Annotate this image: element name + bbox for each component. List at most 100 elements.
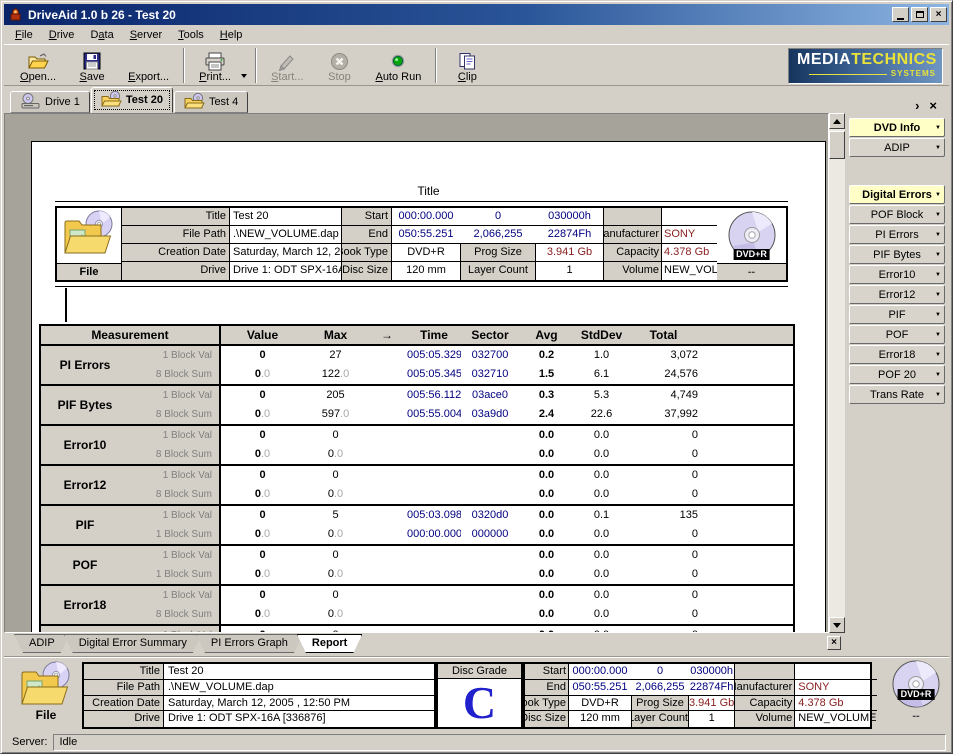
label-book-type: Book Type bbox=[525, 696, 568, 712]
sidebar-item-digital-errors[interactable]: Digital Errors▼ bbox=[849, 185, 945, 204]
view-tab-adip[interactable]: ADIP bbox=[14, 634, 70, 653]
scrollbar-thumb[interactable] bbox=[829, 131, 845, 159]
sidebar-item-pif-bytes[interactable]: PIF Bytes▼ bbox=[849, 245, 945, 264]
sidebar-item-pof-20[interactable]: POF 20▼ bbox=[849, 365, 945, 384]
measurement-group-pof: POF1 Block Val1 Block Sum000.00.000.00.0… bbox=[41, 546, 793, 586]
bottom-disc-data-box: Start End Book Type Disc Size 000:00.000… bbox=[523, 662, 872, 729]
toolbar-button-export[interactable]: Export... bbox=[118, 45, 179, 86]
menu-item-drive[interactable]: Drive bbox=[41, 27, 83, 43]
label-disc-size: Disc Size bbox=[525, 711, 568, 727]
block-row-label: 1 Block Val bbox=[129, 510, 219, 522]
scroll-down-button[interactable] bbox=[829, 617, 845, 633]
cell-sector: 032710 bbox=[461, 365, 519, 384]
label-disc-size: Disc Size bbox=[342, 262, 392, 280]
cell-arrow bbox=[367, 605, 407, 624]
table-row: 0.00.00.00.00 bbox=[221, 445, 793, 464]
cell-avg: 0.3 bbox=[519, 386, 574, 405]
bottom-info-panel: File Title File Path Creation Date Drive… bbox=[4, 656, 949, 732]
label-manufacturer: Manufacturer bbox=[604, 226, 661, 244]
server-status-value: Idle bbox=[53, 734, 946, 751]
cell-time: 005:55.004 bbox=[407, 405, 461, 424]
measurement-rows: 000.00.000.00.00.00.00 bbox=[221, 426, 793, 464]
cell-max: 0.0 bbox=[304, 565, 367, 584]
measurement-group-pif: PIF1 Block Val1 Block Sum05005:03.098032… bbox=[41, 506, 793, 546]
tab-close-icon[interactable]: × bbox=[929, 98, 937, 113]
value-prog-size: 3.941 Gb bbox=[689, 696, 734, 711]
sidebar-item-error10[interactable]: Error10▼ bbox=[849, 265, 945, 284]
sidebar-item-trans-rate[interactable]: Trans Rate▼ bbox=[849, 385, 945, 404]
maximize-button[interactable] bbox=[911, 7, 928, 22]
block-row-label: 8 Block Sum bbox=[129, 489, 219, 501]
toolbar-button-open[interactable]: Open... bbox=[10, 45, 66, 86]
block-row-label: 1 Block Val bbox=[129, 350, 219, 362]
sidebar-item-error12[interactable]: Error12▼ bbox=[849, 285, 945, 304]
block-row-label: 1 Block Val bbox=[129, 550, 219, 562]
measurement-rows: 000.00.000.00.00.00.00 bbox=[221, 586, 793, 624]
toolbar-button-print[interactable]: Print... bbox=[189, 45, 241, 86]
menu-item-server[interactable]: Server bbox=[122, 27, 170, 43]
cell-arrow bbox=[367, 485, 407, 504]
main-area: Title File Title File Path Creatio bbox=[4, 113, 949, 656]
value-drive: Drive 1: ODT SPX-16A [336876] bbox=[164, 711, 434, 727]
sidebar-item-error18[interactable]: Error18▼ bbox=[849, 345, 945, 364]
sidebar-item-adip[interactable]: ADIP▼ bbox=[849, 138, 945, 157]
cell-avg: 0.0 bbox=[519, 506, 574, 525]
cell-arrow bbox=[367, 626, 407, 633]
doc-tab-drive-1[interactable]: Drive 1 bbox=[10, 91, 90, 113]
view-tab-digital-error-summary[interactable]: Digital Error Summary bbox=[64, 634, 202, 653]
scroll-up-button[interactable] bbox=[829, 113, 845, 129]
manufacturer-values: SONY 4.378 Gb NEW_VOLUME bbox=[662, 208, 717, 280]
cell-time bbox=[407, 546, 461, 565]
sidebar-item-pof[interactable]: POF▼ bbox=[849, 325, 945, 344]
blank-icon bbox=[140, 51, 158, 71]
sidebar-item-pif[interactable]: PIF▼ bbox=[849, 305, 945, 324]
measurement-rows: 000.00.00 bbox=[221, 626, 793, 633]
view-tab-bar: ADIPDigital Error SummaryPI Errors Graph… bbox=[4, 633, 845, 656]
view-tab-pi-errors-graph[interactable]: PI Errors Graph bbox=[196, 634, 303, 653]
table-row: 000.00.00 bbox=[221, 466, 793, 485]
file-folder-icon bbox=[61, 209, 117, 259]
end-time: 050:55.251 bbox=[392, 226, 460, 243]
close-button[interactable]: × bbox=[930, 7, 947, 22]
toolbar-button-auto-run[interactable]: Auto Run bbox=[365, 45, 431, 86]
dropdown-arrow-icon: ▼ bbox=[935, 252, 941, 258]
measurement-table: MeasurementValueMax→TimeSectorAvgStdDevT… bbox=[39, 324, 795, 633]
cell-total: 3,072 bbox=[629, 346, 793, 365]
sidebar-item-label: Trans Rate bbox=[870, 389, 924, 401]
table-row: 000.00.00 bbox=[221, 546, 793, 565]
doc-tab-label: Test 4 bbox=[209, 96, 238, 108]
cell-std: 0.0 bbox=[574, 605, 629, 624]
cell-time: 005:05.329 bbox=[407, 346, 461, 365]
doc-tab-test-20[interactable]: Test 20 bbox=[91, 87, 173, 113]
sidebar-item-dvd-info[interactable]: DVD Info▼ bbox=[849, 118, 945, 137]
label-capacity: Capacity bbox=[735, 696, 794, 712]
tab-scroll-chevron-icon[interactable]: › bbox=[915, 98, 919, 113]
vertical-scrollbar[interactable] bbox=[829, 113, 845, 633]
sidebar-item-pi-errors[interactable]: PI Errors▼ bbox=[849, 225, 945, 244]
menu-item-help[interactable]: Help bbox=[212, 27, 251, 43]
menu-item-file[interactable]: File bbox=[7, 27, 41, 43]
cell-std: 0.0 bbox=[574, 466, 629, 485]
measurement-name-cell: Error181 Block Val8 Block Sum bbox=[41, 586, 221, 624]
sidebar-item-pof-block[interactable]: POF Block▼ bbox=[849, 205, 945, 224]
toolbar-label-stop: Stop bbox=[328, 71, 351, 83]
cell-time bbox=[407, 605, 461, 624]
cell-arrow bbox=[367, 506, 407, 525]
menu-item-data[interactable]: Data bbox=[82, 27, 121, 43]
sidebar-item-label: POF Block bbox=[871, 209, 924, 221]
view-tab-close-button[interactable]: × bbox=[827, 636, 841, 650]
menu-item-tools[interactable]: Tools bbox=[170, 27, 212, 43]
cell-arrow bbox=[367, 546, 407, 565]
minimize-button[interactable] bbox=[892, 7, 909, 22]
toolbar-button-clip[interactable]: Clip bbox=[441, 45, 493, 86]
doc-tab-test-4[interactable]: Test 4 bbox=[174, 91, 248, 113]
value-drive: Drive 1: ODT SPX-16A [336876] bbox=[230, 262, 341, 280]
print-options-dropdown[interactable] bbox=[241, 45, 251, 86]
column-header-arrow: → bbox=[367, 326, 407, 344]
cell-time bbox=[407, 626, 461, 633]
view-tab-report[interactable]: Report bbox=[297, 634, 362, 653]
block-row-labels: 1 Block Val8 Block Sum bbox=[129, 346, 219, 384]
toolbar-button-save[interactable]: Save bbox=[66, 45, 118, 86]
cell-max: 0 bbox=[304, 626, 367, 633]
label-title: Title bbox=[122, 208, 229, 226]
